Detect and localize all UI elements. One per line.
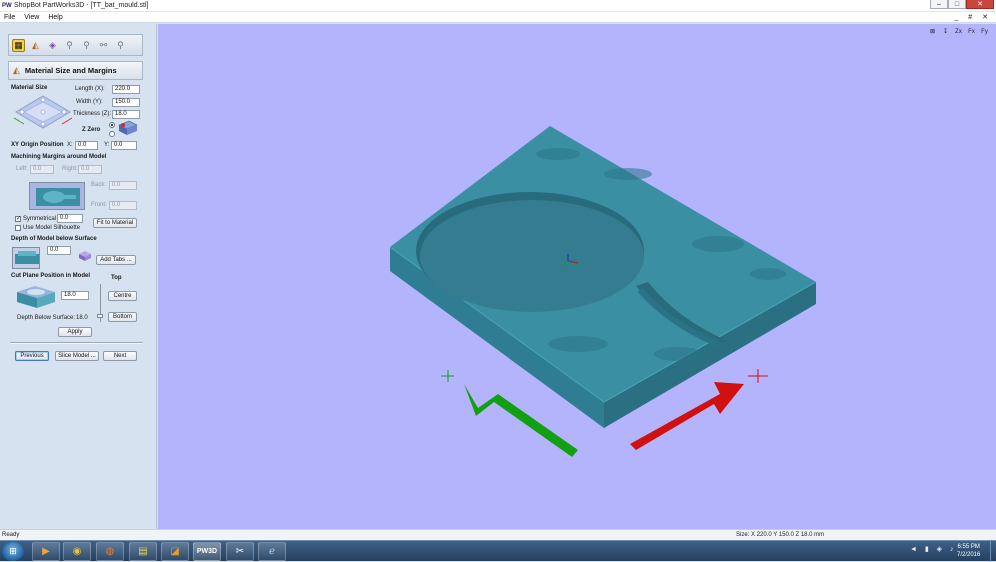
taskbar: ⊞ ▶ ◉ ◍ ▤ ◪ PW3D ✂ ℯ ◄ ▮ ◈ ♪ 6:55 PM 7/2… <box>0 540 996 562</box>
start-button[interactable]: ⊞ <box>2 542 24 561</box>
margin-left-field[interactable]: 0.0 <box>30 165 54 174</box>
fit-to-material-button[interactable]: Fit to Material <box>93 218 137 228</box>
clock-time: 6:55 PM <box>957 544 980 550</box>
centre-button[interactable]: Centre <box>108 291 137 301</box>
length-label: Length (X): <box>75 86 105 92</box>
clock-date: 7/2/2016 <box>957 552 981 558</box>
nav-separator <box>10 342 143 344</box>
load-model-icon[interactable]: ▦ <box>12 38 25 52</box>
thickness-field[interactable]: 18.0 <box>112 110 140 119</box>
menu-help[interactable]: Help <box>48 14 62 21</box>
depth-preview-image <box>12 247 40 269</box>
material-size-status: Size: X 220.0 Y 150.0 Z 18.0 mm <box>736 532 825 538</box>
previous-button[interactable]: Previous <box>15 351 49 361</box>
cut-plane-field[interactable]: 18.0 <box>61 291 89 300</box>
minimize-button[interactable]: – <box>930 0 948 9</box>
length-field[interactable]: 220.0 <box>112 85 140 94</box>
margin-back-label: Back: <box>91 182 107 188</box>
toolpath-finishing-icon[interactable]: ⚲ <box>80 39 93 52</box>
z-zero-block-icon <box>118 120 138 135</box>
width-field[interactable]: 150.0 <box>112 98 140 107</box>
toolpath-roughing-icon[interactable]: ⚲ <box>63 39 76 52</box>
section-header: ◭ Material Size and Margins <box>8 61 143 80</box>
material-size-heading: Material Size <box>11 85 48 91</box>
margin-front-label: Front: <box>91 202 107 208</box>
ie-icon[interactable]: ℯ <box>258 542 286 561</box>
z-zero-top-radio[interactable] <box>109 122 115 128</box>
mdi-window-controls[interactable]: _ # ✕ <box>954 13 992 21</box>
margins-heading: Machining Margins around Model <box>11 154 107 160</box>
show-desktop-button[interactable] <box>990 541 996 562</box>
symmetrical-label: Symmetrical <box>23 216 57 222</box>
preview-icon[interactable]: ⚯ <box>97 39 110 52</box>
close-button[interactable]: ✕ <box>966 0 994 9</box>
z-zero-label: Z Zero <box>82 127 101 133</box>
origin-y-label: Y: <box>104 142 110 148</box>
pocket-floor <box>420 200 644 312</box>
save-toolpath-icon[interactable]: ⚲ <box>114 39 127 52</box>
menu-file[interactable]: File <box>4 14 15 21</box>
origin-x-label: X: <box>67 142 73 148</box>
symmetrical-checkbox[interactable]: ✓ <box>15 216 21 222</box>
depth-field[interactable]: 0.0 <box>47 246 71 255</box>
depth-below-surface-label: Depth Below Surface: <box>17 315 76 321</box>
thickness-label: Thickness (Z): <box>73 111 112 117</box>
model-render <box>389 126 817 457</box>
window-title: ShopBot PartWorks3D - [TT_bat_mould.stl] <box>14 2 149 9</box>
margin-left-label: Left: <box>16 166 28 172</box>
slice-model-button[interactable]: Slice Model ... <box>55 351 99 361</box>
depth-heading: Depth of Model below Surface <box>11 236 97 242</box>
add-tabs-button[interactable]: Add Tabs ... <box>96 255 136 265</box>
use-silhouette-label: Use Model Silhouette <box>23 225 81 231</box>
3d-viewport[interactable]: ⊠ ↧ Zx Fx Fy <box>158 24 996 529</box>
next-button[interactable]: Next <box>103 351 137 361</box>
symmetrical-field[interactable]: 0.0 <box>57 214 83 223</box>
clock[interactable]: 6:55 PM 7/2/2016 <box>957 543 980 559</box>
maximize-button[interactable]: □ <box>948 0 966 9</box>
menu-bar: File View Help _ # ✕ <box>0 12 996 23</box>
title-bar: PW ShopBot PartWorks3D - [TT_bat_mould.s… <box>0 0 996 12</box>
cut-plane-heading: Cut Plane Position in Model <box>11 273 91 279</box>
origin-y-field[interactable]: 0.0 <box>111 141 137 150</box>
tab-block-icon <box>79 251 91 261</box>
firefox-icon[interactable]: ◍ <box>96 542 124 561</box>
margins-preview-image <box>29 182 85 210</box>
cut-plane-preview-image <box>17 286 55 308</box>
cut-plane-slider-knob[interactable] <box>97 314 103 318</box>
section-title: Material Size and Margins <box>24 66 117 75</box>
file-explorer-icon[interactable]: ▤ <box>129 542 157 561</box>
partworks-icon[interactable]: ◪ <box>161 542 189 561</box>
margin-front-field[interactable]: 0.0 <box>109 201 137 210</box>
width-label: Width (Y): <box>76 99 103 105</box>
bottom-button[interactable]: Bottom <box>108 312 137 322</box>
margin-right-field[interactable]: 0.0 <box>78 165 102 174</box>
cut-plane-top-label: Top <box>111 275 122 281</box>
menu-view[interactable]: View <box>24 14 39 21</box>
apply-button[interactable]: Apply <box>58 327 92 337</box>
media-player-icon[interactable]: ▶ <box>32 542 60 561</box>
depth-below-surface-value: 18.0 <box>76 315 88 321</box>
z-zero-bottom-radio[interactable] <box>109 131 115 137</box>
system-tray[interactable]: ◄ ▮ ◈ ♪ <box>910 545 957 553</box>
cutting-icon[interactable]: ✂ <box>226 542 254 561</box>
pw3d-icon[interactable]: PW3D <box>193 542 221 561</box>
pw3d-app-icon[interactable]: PW <box>2 2 12 10</box>
origin-x-field[interactable]: 0.0 <box>75 141 98 150</box>
chrome-icon[interactable]: ◉ <box>63 542 91 561</box>
orient-model-icon[interactable]: ◈ <box>46 39 59 52</box>
material-size-icon: ◭ <box>13 65 20 75</box>
material-size-icon[interactable]: ◭ <box>29 39 42 52</box>
xy-origin-label: XY Origin Position <box>11 142 64 148</box>
margin-back-field[interactable]: 0.0 <box>109 181 137 190</box>
use-silhouette-checkbox[interactable] <box>15 225 21 231</box>
window-controls: – □ ✕ <box>930 0 994 9</box>
status-text: Ready <box>2 532 20 538</box>
status-bar: Ready Size: X 220.0 Y 150.0 Z 18.0 mm <box>0 529 996 540</box>
material-origin-diagram[interactable] <box>12 94 74 134</box>
margin-right-label: Right: <box>62 166 78 172</box>
side-panel: ▦ ◭ ◈ ⚲ ⚲ ⚯ ⚲ ◭ Material Size and Margin… <box>0 24 157 529</box>
wizard-toolbar: ▦ ◭ ◈ ⚲ ⚲ ⚯ ⚲ <box>8 34 143 56</box>
